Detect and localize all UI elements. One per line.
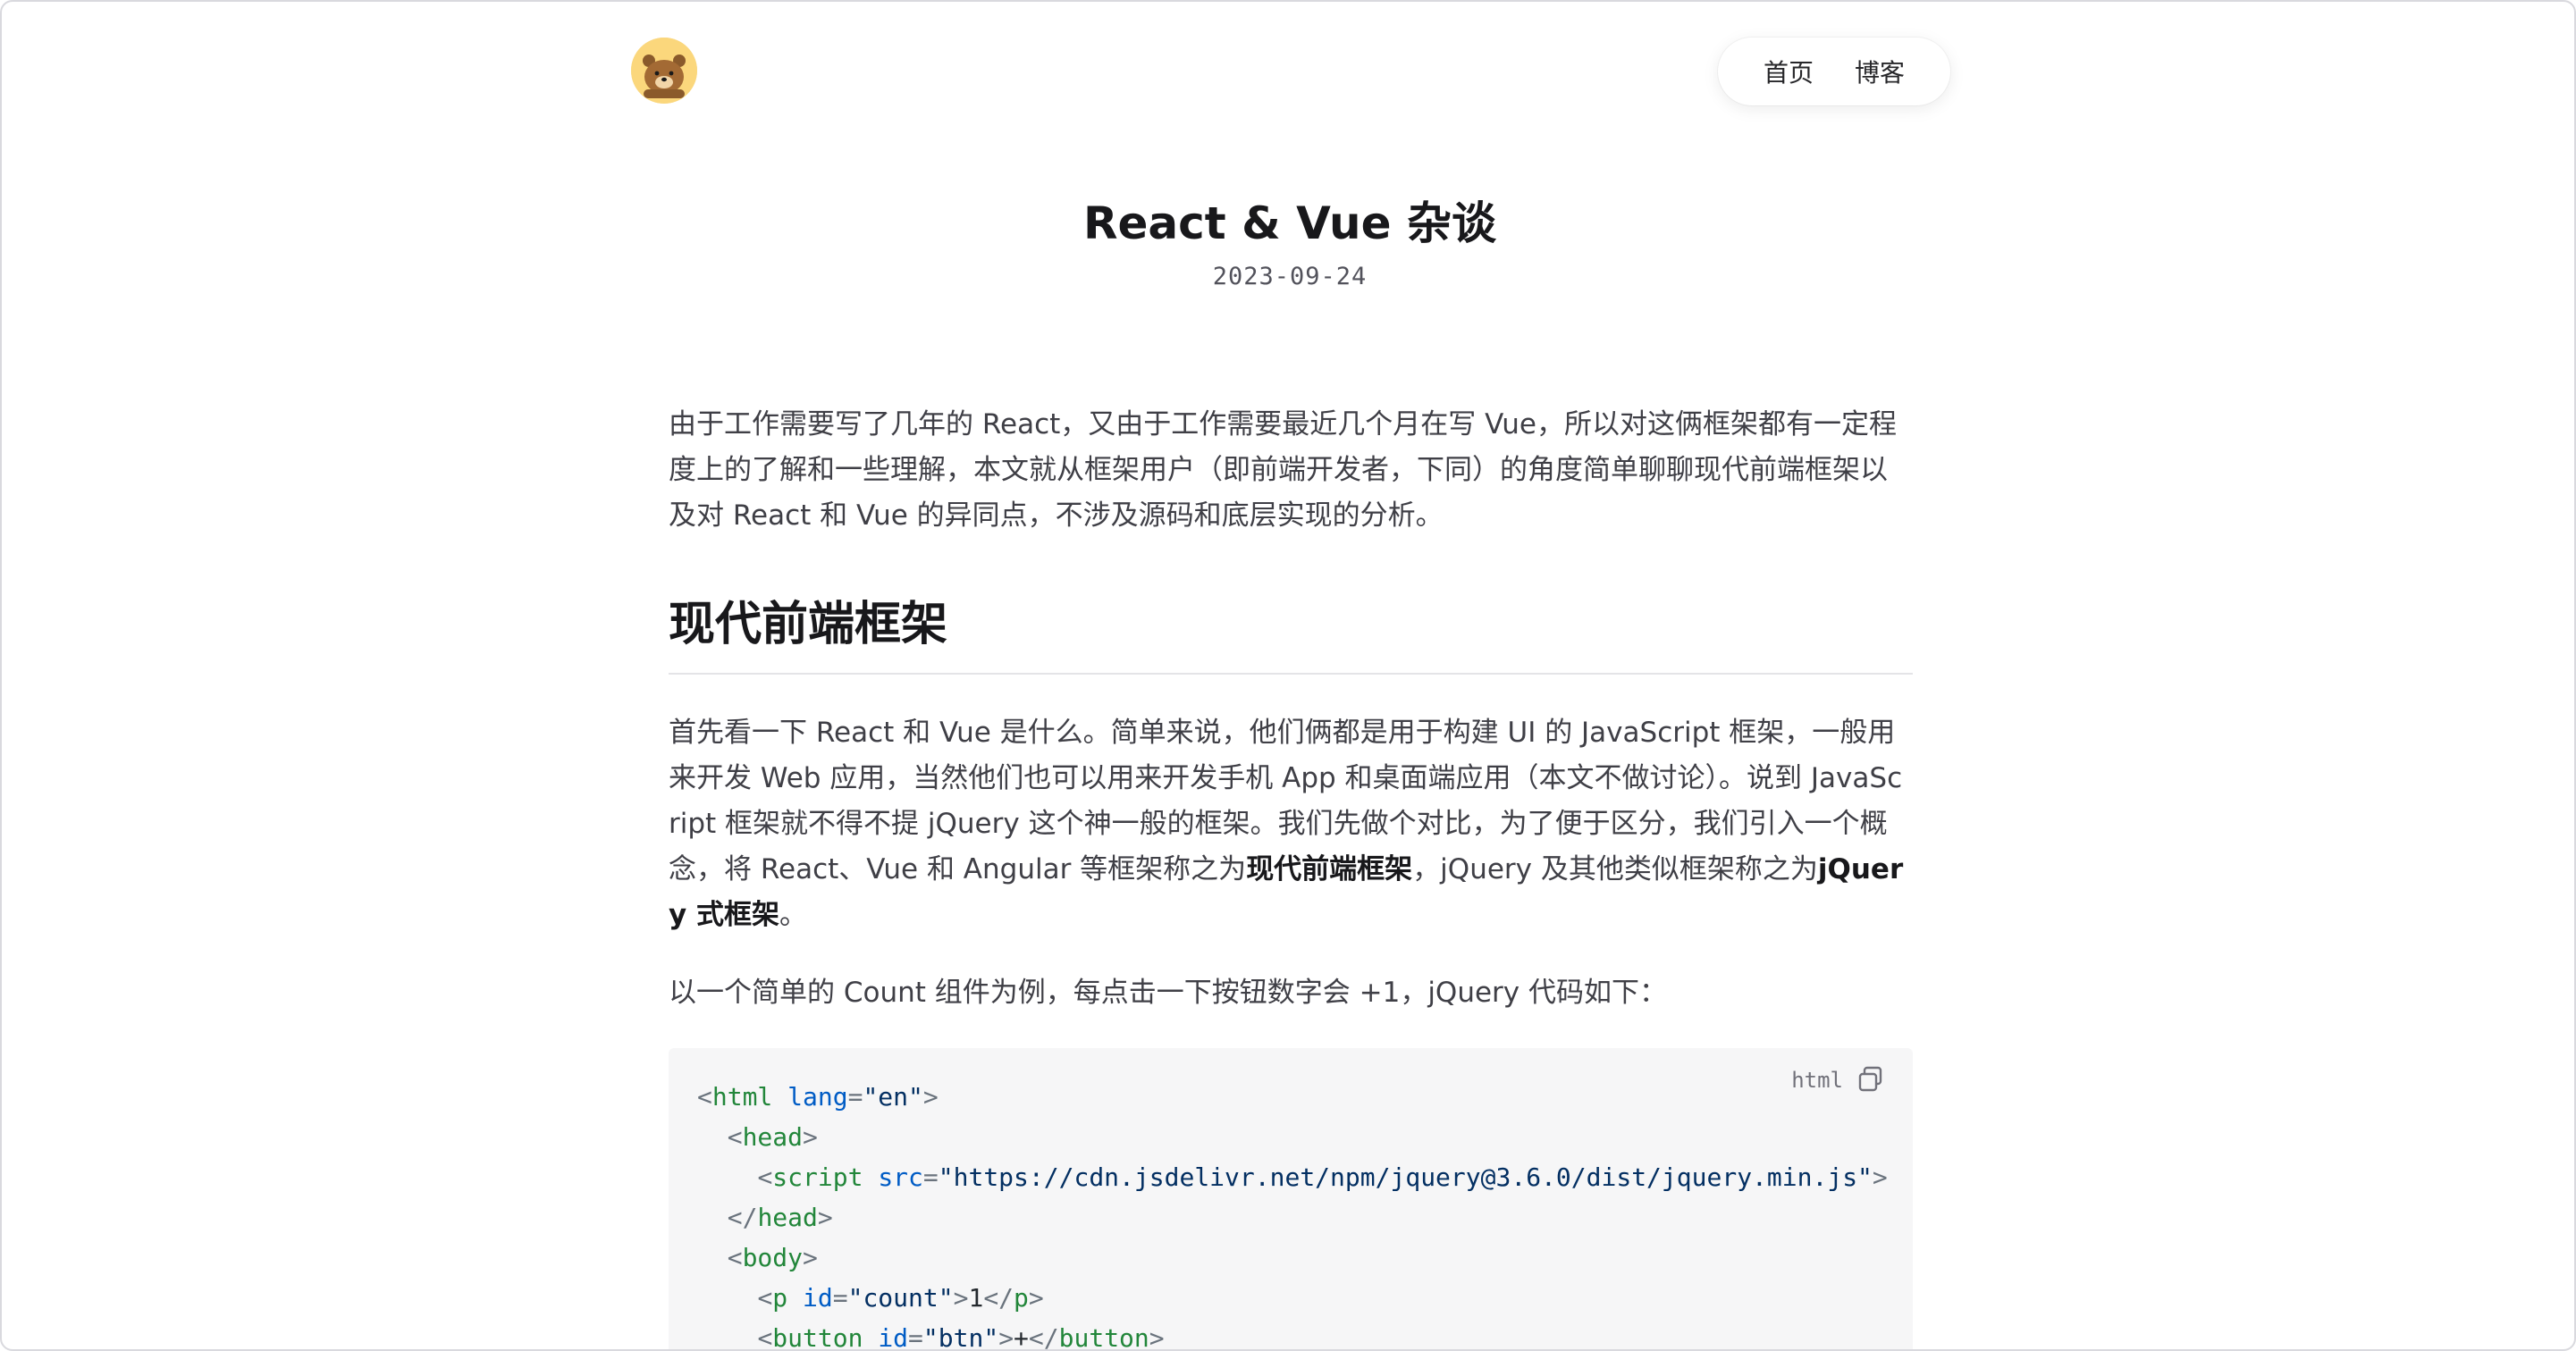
code-line: <body>	[727, 1243, 818, 1272]
code-block: html <html lang="en"> <head> <script src…	[669, 1048, 1913, 1351]
code-line: <html lang="en">	[697, 1082, 939, 1112]
code-line: <script src="https://cdn.jsdelivr.net/np…	[757, 1162, 1888, 1192]
paragraph-text: ，jQuery 及其他类似框架称之为	[1412, 853, 1818, 885]
code-language-label: html	[1791, 1068, 1843, 1093]
code-line: <head>	[727, 1122, 818, 1152]
browser-viewport: 首页 博客 React & Vue 杂谈 2023-09-24 由于工作需要写了…	[0, 0, 2576, 1351]
post-date: 2023-09-24	[1212, 263, 1368, 290]
nav-link-home[interactable]: 首页	[1764, 54, 1814, 89]
copy-icon[interactable]	[1856, 1064, 1886, 1095]
paragraph-text: 。	[779, 899, 807, 931]
paragraph-count-example: 以一个简单的 Count 组件为例，每点击一下按钮数字会 +1，jQuery 代…	[669, 977, 1667, 1009]
section-heading: 现代前端框架	[669, 586, 1913, 675]
avatar[interactable]	[631, 38, 697, 104]
paragraph-frameworks: 首先看一下 React 和 Vue 是什么。简单来说，他们俩都是用于构建 UI …	[669, 710, 1913, 938]
article-body: 由于工作需要写了几年的 React，又由于工作需要最近几个月在写 Vue，所以对…	[669, 402, 1913, 1351]
nav-link-blog[interactable]: 博客	[1855, 54, 1905, 89]
top-nav: 首页 博客	[1718, 38, 1950, 105]
bold-term-modern-framework: 现代前端框架	[1246, 853, 1413, 885]
code-line: <button id="btn">+</button>	[757, 1323, 1165, 1351]
bear-icon	[631, 38, 697, 104]
intro-paragraph: 由于工作需要写了几年的 React，又由于工作需要最近几个月在写 Vue，所以对…	[669, 408, 1897, 532]
page-title: React & Vue 杂谈	[1083, 197, 1496, 249]
code-line: <p id="count">1</p>	[757, 1283, 1044, 1313]
code-content: <html lang="en"> <head> <script src="htt…	[697, 1077, 1888, 1351]
code-line: </head>	[727, 1203, 833, 1232]
